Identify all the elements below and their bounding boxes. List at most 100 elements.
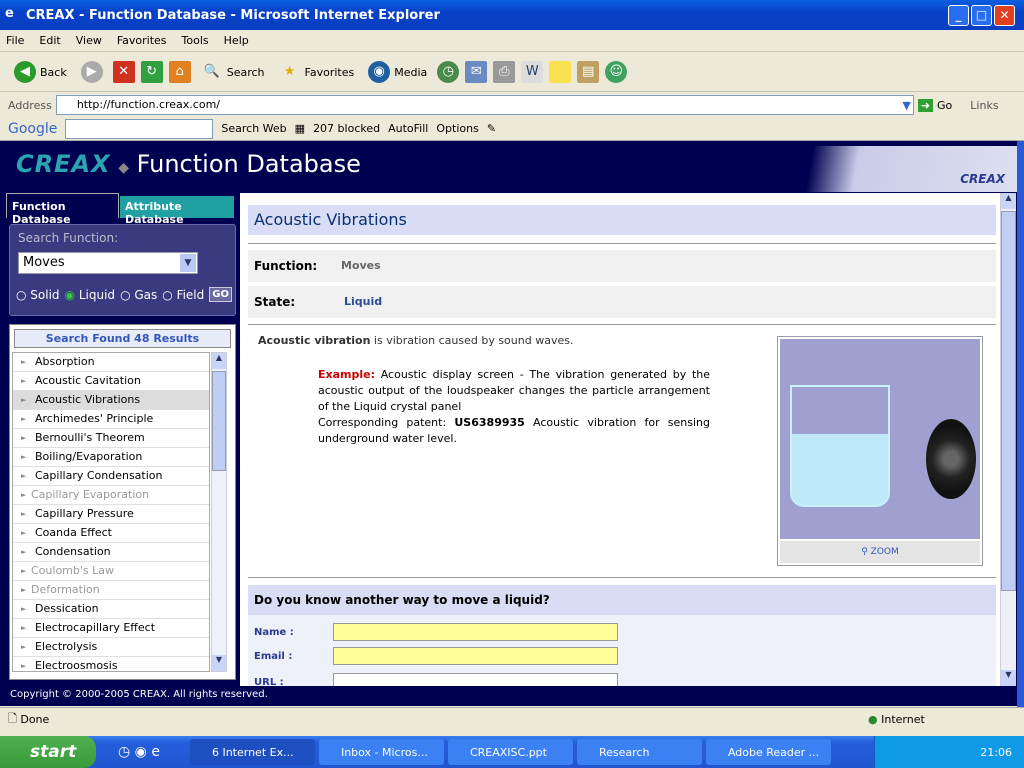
description-term: Acoustic vibration [258,334,371,347]
list-item[interactable]: Coanda Effect [13,524,209,543]
research-icon[interactable]: ▤ [577,61,600,83]
menu-tools[interactable]: Tools [182,34,209,47]
google-toolbar: Google Search Web ▦ 207 blocked AutoFill… [0,117,1024,141]
google-search-input[interactable] [65,118,214,139]
menu-bar: File Edit View Favorites Tools Help [0,30,1024,52]
example-block: Example: Acoustic display screen - The v… [318,367,710,447]
refresh-icon[interactable]: ↻ [140,61,163,83]
title-bar: e CREAX - Function Database - Microsoft … [0,0,1024,30]
description: Acoustic vibration is vibration caused b… [258,334,573,347]
list-item[interactable]: Boiling/Evaporation [13,448,209,467]
dropdown-icon[interactable]: ▼ [902,97,910,115]
name-input[interactable] [333,623,618,641]
address-input[interactable]: http://function.creax.com/ ▼ [55,95,914,115]
url-input[interactable] [333,673,618,686]
scroll-thumb[interactable] [1001,211,1016,591]
menu-file[interactable]: File [6,34,24,47]
notes-icon[interactable] [549,61,572,83]
list-item[interactable]: Bernoulli's Theorem [13,429,209,448]
menu-help[interactable]: Help [224,34,249,47]
chevron-down-icon: ▼ [180,254,196,272]
messenger-icon[interactable]: ☺ [605,61,628,83]
email-input[interactable] [333,647,618,665]
function-select[interactable]: Moves ▼ [18,252,198,274]
favorites-button[interactable]: ★ Favorites [275,61,359,83]
google-logo[interactable]: Google [8,121,57,137]
popup-blocked-button[interactable]: 207 blocked [313,122,380,135]
radio-field[interactable]: ○ Field [162,288,204,302]
list-item[interactable]: Acoustic Cavitation [13,372,209,391]
mail-icon[interactable]: ✉ [465,61,488,83]
edit-icon[interactable]: W [521,61,544,83]
autofill-button[interactable]: AutoFill [388,122,428,135]
minimize-button[interactable]: _ [948,5,969,26]
list-item[interactable]: Electroosmosis [13,657,209,671]
forward-button[interactable]: ▶ [77,61,107,83]
search-button[interactable]: 🔍 Search [197,61,269,83]
start-button[interactable]: start [0,736,96,768]
go-button[interactable]: GO [209,287,232,302]
content-scrollbar[interactable]: ▲ ▼ [1000,193,1016,686]
radio-solid[interactable]: ○ Solid [16,288,60,302]
search-web-button[interactable]: Search Web [221,122,286,135]
results-count: Search Found 48 Results [14,329,231,348]
close-button[interactable]: ✕ [994,5,1015,26]
list-item[interactable]: Capillary Condensation [13,467,209,486]
go-arrow-icon[interactable]: ➜ [917,98,934,112]
creax-logo: CREAX [16,150,111,178]
search-function-label: Search Function: [18,231,119,245]
scroll-down-icon[interactable]: ▼ [1001,670,1016,686]
internet-zone: ● Internet [868,713,925,726]
print-icon[interactable]: ⎙ [493,61,516,83]
favorites-label: Favorites [304,65,355,79]
home-icon[interactable]: ⌂ [168,61,191,83]
list-item[interactable]: Condensation [13,543,209,562]
menu-edit[interactable]: Edit [39,34,60,47]
search-box: Search Function: Moves ▼ ○ Solid ◉ Liquid… [9,224,236,316]
list-item[interactable]: Capillary Pressure [13,505,209,524]
scroll-up-icon[interactable]: ▲ [1001,193,1016,209]
zoom-button[interactable]: ⚲ ZOOM [780,541,980,563]
tab-attribute-database[interactable]: Attribute Database [120,196,234,226]
stop-icon[interactable]: ✕ [112,61,135,83]
zone-label: Internet [881,713,925,726]
list-item[interactable]: Acoustic Vibrations [13,391,209,410]
star-icon: ★ [283,64,296,79]
results-scrollbar[interactable]: ▲ ▼ [211,352,227,672]
back-button[interactable]: ◀ Back [10,61,71,83]
list-item[interactable]: Absorption [13,353,209,372]
menu-favorites[interactable]: Favorites [117,34,167,47]
highlighter-icon[interactable]: ✎ [487,122,496,135]
task-internet-explorer[interactable]: 6 Internet Ex... [189,739,315,765]
task-adobe-reader[interactable]: Adobe Reader ... [705,739,831,765]
task-creaxisc-ppt[interactable]: CREAXISC.ppt [447,739,573,765]
illustration-image[interactable] [780,339,980,539]
maximize-button[interactable]: □ [971,5,992,26]
list-item[interactable]: Electrolysis [13,638,209,657]
scroll-thumb[interactable] [212,371,226,471]
radio-liquid[interactable]: ◉ Liquid [65,288,116,302]
scroll-down-icon[interactable]: ▼ [212,655,226,671]
list-item[interactable]: Electrocapillary Effect [13,619,209,638]
list-item[interactable]: Dessication [13,600,209,619]
go-button[interactable]: Go [937,99,952,112]
scroll-up-icon[interactable]: ▲ [212,353,226,369]
history-icon[interactable]: ◷ [437,61,460,83]
news-icon[interactable]: ▦ [295,122,305,135]
function-value: Moves [341,259,381,272]
zoom-label: ZOOM [870,547,899,557]
menu-view[interactable]: View [76,34,102,47]
options-button[interactable]: Options [436,122,478,135]
results-panel: Search Found 48 Results AbsorptionAcoust… [9,324,236,680]
quick-launch-icons[interactable]: ◷ ◉ e [118,744,160,760]
radio-gas[interactable]: ○ Gas [120,288,157,302]
description-text: is vibration caused by sound waves. [370,334,574,347]
tab-function-database[interactable]: Function Database [6,193,119,226]
links-button[interactable]: Links [970,99,998,112]
list-item[interactable]: Archimedes' Principle [13,410,209,429]
patent-number[interactable]: US6389935 [454,416,524,429]
task-inbox[interactable]: Inbox - Micros... [318,739,444,765]
task-research[interactable]: Research [576,739,702,765]
example-label: Example: [318,368,375,381]
media-button[interactable]: ◉ Media [364,61,431,83]
